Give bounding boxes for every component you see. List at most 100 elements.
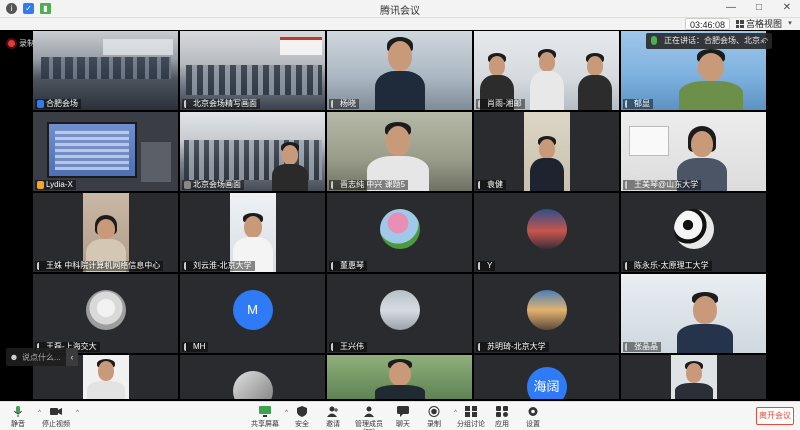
mic-icon <box>331 343 335 351</box>
participant-name: Y <box>476 261 496 271</box>
avatar <box>85 289 126 330</box>
video-tile[interactable]: 苏明琦-北京大学 <box>474 274 619 353</box>
stop-video-button[interactable]: 停止视频 ^ <box>39 406 79 429</box>
participant-name: 肖雨-湘邮 <box>476 99 525 109</box>
video-tile[interactable]: 杨晓 <box>327 31 472 110</box>
video-tile[interactable]: 袁健 <box>474 112 619 191</box>
avatar <box>526 208 567 249</box>
video-tile[interactable]: 合肥会场 <box>33 31 178 110</box>
participant-video <box>375 359 425 399</box>
mic-icon <box>37 262 41 270</box>
video-tile[interactable]: 陈永乐-太原理工大学 <box>621 193 766 272</box>
apps-button[interactable]: 应用 <box>485 406 519 429</box>
avatar <box>379 208 420 249</box>
participant-video <box>272 142 308 191</box>
meeting-window: i ✓ ▮ 腾讯会议 — □ ✕ 03:46:08 宫格视图 ▾ 录制中 合肥会… <box>0 0 800 430</box>
participant-name: Lydia-X <box>35 180 76 190</box>
video-tile[interactable]: 王磊-上海交大 <box>33 274 178 353</box>
video-tile[interactable]: 王美琴@山东大学 <box>621 112 766 191</box>
video-tile[interactable]: Lydia-X <box>33 112 178 191</box>
meeting-toolbar: 静音 ^ 停止视频 ^ 共享屏幕 ^ 安全 邀请 管理成员(25) 聊天 <box>0 401 800 430</box>
invite-button[interactable]: 邀请 <box>316 406 350 429</box>
avatar <box>526 289 567 330</box>
video-options-caret[interactable]: ^ <box>76 410 79 416</box>
video-tile[interactable] <box>180 355 325 399</box>
mic-icon <box>184 343 188 351</box>
mute-button[interactable]: 静音 ^ <box>1 406 41 429</box>
video-tile[interactable]: 肖雨-湘邮 <box>474 31 619 110</box>
video-tile[interactable]: 北京会场精写画面 <box>180 31 325 110</box>
minimize-button[interactable]: — <box>724 2 738 13</box>
emoji-icon[interactable]: ☻ <box>6 352 22 362</box>
video-tile[interactable]: 北京会场画面 <box>180 112 325 191</box>
breakout-icon <box>465 406 477 417</box>
participant-name: 合肥会场 <box>35 99 81 109</box>
participant-video <box>578 53 612 110</box>
video-tile[interactable]: M MH <box>180 274 325 353</box>
security-label: 安全 <box>295 421 309 428</box>
participant-name: 刘云淮-北京大学 <box>182 261 255 271</box>
avatar: 海阔 <box>526 367 567 399</box>
video-tile[interactable]: 晋志纯 中兴 课题5 <box>327 112 472 191</box>
video-tile[interactable]: 王兴伟 <box>327 274 472 353</box>
active-speaker-banner[interactable]: 正在讲话：合肥会场、北京... ↶ <box>646 33 772 49</box>
gear-icon <box>528 407 538 416</box>
chat-input-bar[interactable]: ☻ 说点什么... ‹ <box>6 348 78 366</box>
mic-icon <box>184 181 191 189</box>
video-tile[interactable] <box>621 355 766 399</box>
participant-name: MH <box>182 342 209 352</box>
view-mode-dropdown[interactable]: ▾ <box>784 18 796 30</box>
video-tile[interactable]: 董惠琴 <box>327 193 472 272</box>
apps-label: 应用 <box>495 421 509 428</box>
members-icon <box>364 406 374 417</box>
participant-video <box>530 49 564 110</box>
mic-icon <box>331 100 335 108</box>
mic-icon <box>625 262 629 270</box>
participant-name: 郁显 <box>623 99 653 109</box>
mic-icon <box>478 100 482 108</box>
participant-name: 王兴伟 <box>329 342 367 352</box>
participant-video <box>87 359 125 399</box>
shield-icon <box>297 406 307 417</box>
share-screen-button[interactable]: 共享屏幕 ^ <box>248 406 288 429</box>
mic-icon <box>37 100 44 108</box>
record-button[interactable]: 录制 ^ <box>417 406 457 429</box>
security-button[interactable]: 安全 <box>285 406 319 429</box>
collapse-chat-button[interactable]: ‹ <box>66 348 78 366</box>
meeting-timer: 03:46:08 <box>684 18 730 30</box>
settings-button[interactable]: 设置 <box>516 406 550 429</box>
mic-icon <box>331 262 335 270</box>
apps-icon <box>496 406 508 417</box>
breakout-button[interactable]: 分组讨论 <box>454 406 488 429</box>
video-tile[interactable]: 王姝 中科院计算机网络信息中心 <box>33 193 178 272</box>
video-tile[interactable]: Y <box>474 193 619 272</box>
chat-input[interactable]: 说点什么... <box>22 352 66 363</box>
participant-name: 北京会场画面 <box>182 180 244 190</box>
chat-button[interactable]: 聊天 <box>386 406 420 429</box>
mic-icon <box>184 262 188 270</box>
participant-video <box>375 37 425 110</box>
participant-name: 张晶晶 <box>623 342 661 352</box>
manage-members-button[interactable]: 管理成员(25) <box>349 406 389 430</box>
leave-meeting-button[interactable]: 离开会议 <box>756 407 794 425</box>
video-tile[interactable] <box>327 355 472 399</box>
back-icon[interactable]: ↶ <box>760 33 768 49</box>
mic-icon <box>625 181 629 189</box>
maximize-button[interactable]: □ <box>752 2 766 13</box>
video-tile[interactable]: 刘云淮-北京大学 <box>180 193 325 272</box>
participant-name: 苏明琦-北京大学 <box>476 342 549 352</box>
share-label: 共享屏幕 <box>251 421 279 428</box>
chat-label: 聊天 <box>396 421 410 428</box>
participant-name: 北京会场精写画面 <box>182 99 260 109</box>
video-tile[interactable]: 海阔 <box>474 355 619 399</box>
view-mode-button[interactable]: 宫格视图 <box>735 18 782 30</box>
active-speaker-text: 正在讲话：合肥会场、北京... <box>664 36 767 45</box>
add-user-icon <box>327 406 338 417</box>
participant-video <box>530 136 564 191</box>
close-button[interactable]: ✕ <box>780 2 794 13</box>
avatar <box>232 371 273 399</box>
mic-icon <box>184 100 188 108</box>
video-tile[interactable]: 张晶晶 <box>621 274 766 353</box>
settings-label: 设置 <box>526 421 540 428</box>
mic-icon <box>625 343 629 351</box>
